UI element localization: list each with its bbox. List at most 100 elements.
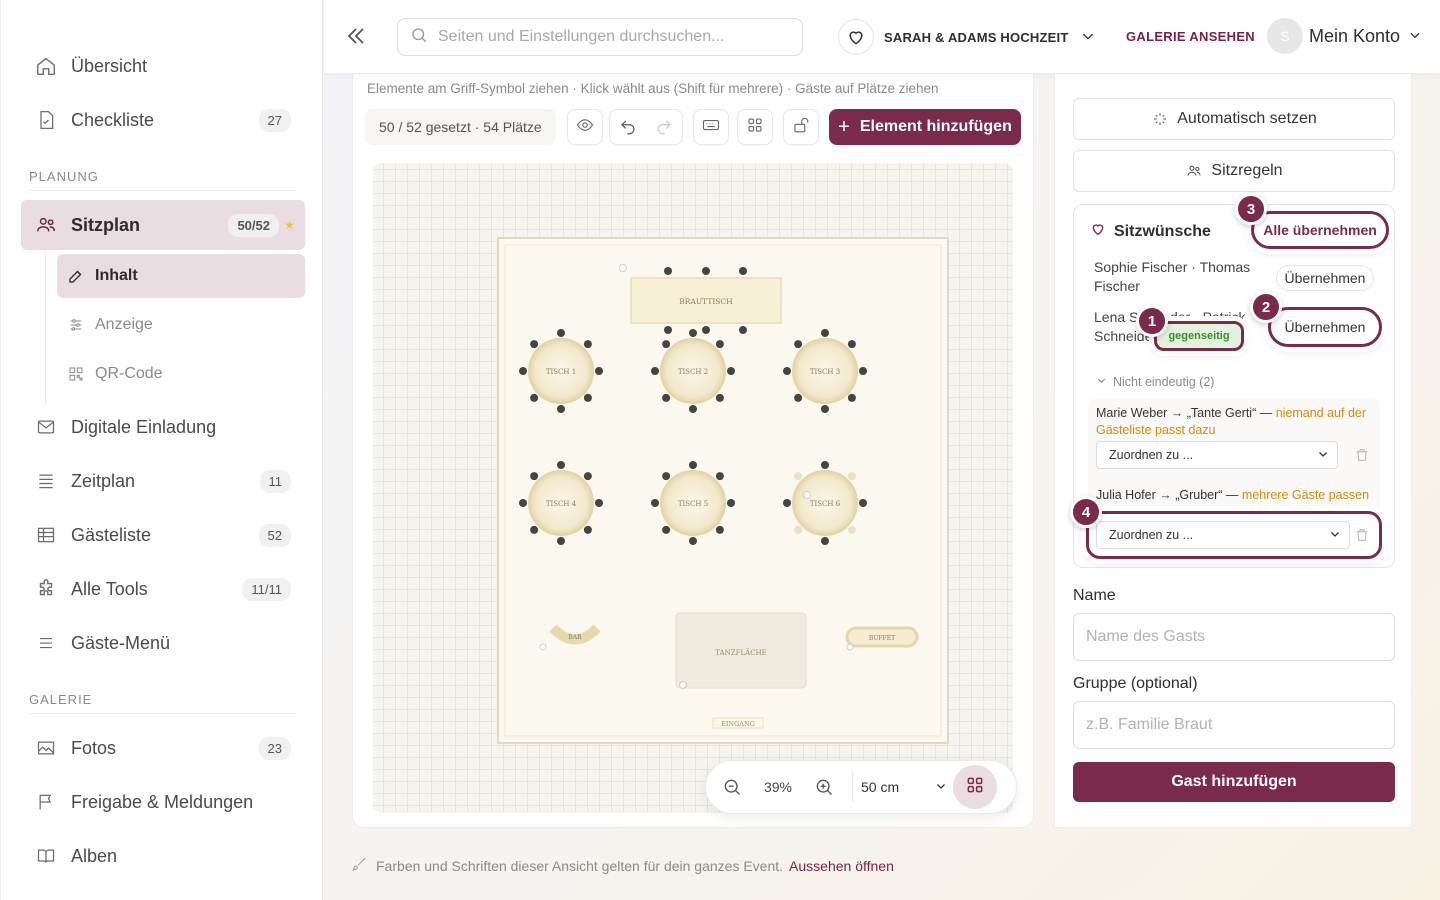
- drag-handle-icon[interactable]: [803, 491, 811, 499]
- seat[interactable]: [530, 525, 539, 534]
- seat[interactable]: [662, 472, 671, 481]
- seat[interactable]: [783, 499, 791, 507]
- seat[interactable]: [715, 525, 724, 534]
- seat[interactable]: [821, 537, 829, 545]
- assign-select-2[interactable]: Zuordnen zu ...: [1096, 521, 1350, 549]
- seat[interactable]: [859, 499, 867, 507]
- seat[interactable]: [727, 499, 735, 507]
- subnav-content[interactable]: Inhalt: [57, 254, 305, 298]
- seat[interactable]: [794, 393, 803, 402]
- lock-button[interactable]: [783, 109, 819, 145]
- nav-guest-menu[interactable]: Gäste-Menü: [21, 618, 305, 668]
- seat[interactable]: [689, 537, 697, 545]
- nav-all-tools[interactable]: Alle Tools 11/11: [21, 564, 305, 614]
- seat[interactable]: [662, 525, 671, 534]
- buffet[interactable]: BUFFET: [845, 626, 919, 651]
- layout-grid-button[interactable]: [737, 109, 773, 145]
- seat[interactable]: [662, 393, 671, 402]
- accept-wish-2-button[interactable]: Übernehmen: [1268, 307, 1382, 347]
- seat[interactable]: [595, 367, 603, 375]
- nav-guest-list[interactable]: Gästeliste 52: [21, 510, 305, 560]
- seat[interactable]: [557, 329, 565, 337]
- dancefloor[interactable]: TANZFLÄCHE: [675, 612, 807, 689]
- nav-albums[interactable]: Alben: [21, 831, 305, 881]
- seat[interactable]: [847, 340, 856, 349]
- search-bar[interactable]: [397, 18, 803, 56]
- floorplan-grid[interactable]: BRAUTTISCH TISCH 1 TISCH 2 TISCH 3 TISCH 4 T…: [373, 163, 1013, 813]
- seat[interactable]: [821, 461, 829, 469]
- floorplan-svg[interactable]: BRAUTTISCH TISCH 1 TISCH 2 TISCH 3 TISCH 4 T…: [403, 173, 983, 793]
- nav-checklist[interactable]: Checkliste 27: [21, 95, 305, 145]
- nav-sharing-reports[interactable]: Freigabe & Meldungen: [21, 777, 305, 827]
- zoom-out-icon[interactable]: [712, 767, 752, 807]
- subnav-qr-code[interactable]: QR-Code: [57, 352, 305, 396]
- seat[interactable]: [651, 499, 659, 507]
- open-appearance-link[interactable]: Aussehen öffnen: [789, 858, 894, 874]
- unclear-toggle[interactable]: Nicht eindeutig (2): [1096, 375, 1214, 389]
- seat[interactable]: [794, 525, 803, 534]
- seat[interactable]: [651, 367, 659, 375]
- auto-assign-button[interactable]: Automatisch setzen: [1073, 98, 1395, 140]
- preview-button[interactable]: [567, 109, 603, 145]
- keyboard-shortcuts-button[interactable]: [693, 109, 729, 145]
- accept-wish-1-button[interactable]: Übernehmen: [1276, 265, 1374, 291]
- undo-icon[interactable]: [610, 118, 646, 136]
- grid-toggle-button[interactable]: [953, 765, 997, 809]
- seat[interactable]: [583, 340, 592, 349]
- nav-photos[interactable]: Fotos 23: [21, 723, 305, 773]
- account-menu[interactable]: S Mein Konto: [1267, 18, 1422, 54]
- seat[interactable]: [715, 393, 724, 402]
- seat[interactable]: [530, 472, 539, 481]
- seat[interactable]: [821, 329, 829, 337]
- seat[interactable]: [519, 499, 527, 507]
- seat[interactable]: [794, 472, 803, 481]
- seat[interactable]: [689, 461, 697, 469]
- nav-digital-invitation[interactable]: Digitale Einladung: [21, 402, 305, 452]
- round-table[interactable]: TISCH 6: [783, 461, 867, 545]
- zoom-in-icon[interactable]: [804, 767, 844, 807]
- round-table[interactable]: TISCH 2: [651, 329, 735, 413]
- seating-rules-button[interactable]: Sitzregeln: [1073, 150, 1395, 192]
- seat[interactable]: [557, 405, 565, 413]
- nav-overview[interactable]: Übersicht: [21, 41, 305, 91]
- subnav-display[interactable]: Anzeige: [57, 303, 305, 347]
- redo-icon[interactable]: [646, 118, 682, 136]
- seat[interactable]: [821, 405, 829, 413]
- view-gallery-link[interactable]: GALERIE ANSEHEN: [1126, 29, 1255, 44]
- seat[interactable]: [530, 340, 539, 349]
- seat[interactable]: [847, 472, 856, 481]
- entrance[interactable]: EINGANG: [712, 717, 764, 729]
- add-element-button[interactable]: + Element hinzufügen: [829, 109, 1021, 145]
- seat[interactable]: [583, 393, 592, 402]
- seat[interactable]: [727, 367, 735, 375]
- trash-icon[interactable]: [1354, 527, 1370, 543]
- seat[interactable]: [859, 367, 867, 375]
- accept-all-button[interactable]: Alle übernehmen: [1251, 211, 1389, 249]
- round-table[interactable]: TISCH 4: [519, 461, 603, 545]
- seat[interactable]: [715, 340, 724, 349]
- collapse-sidebar-icon[interactable]: [344, 24, 370, 50]
- seat[interactable]: [662, 340, 671, 349]
- nav-seating-plan[interactable]: Sitzplan 50/52 ★: [21, 200, 305, 250]
- event-selector[interactable]: SARAH & ADAMS HOCHZEIT: [838, 19, 1096, 55]
- seat[interactable]: [557, 461, 565, 469]
- seat[interactable]: [783, 367, 791, 375]
- round-table[interactable]: TISCH 5: [651, 461, 735, 545]
- seat[interactable]: [583, 472, 592, 481]
- search-input[interactable]: [438, 28, 778, 46]
- assign-select-1[interactable]: Zuordnen zu ...: [1096, 441, 1338, 469]
- add-guest-button[interactable]: Gast hinzufügen: [1073, 762, 1395, 802]
- seat[interactable]: [595, 499, 603, 507]
- trash-icon[interactable]: [1354, 447, 1370, 463]
- nav-schedule[interactable]: Zeitplan 11: [21, 456, 305, 506]
- drag-handle-icon[interactable]: [619, 264, 627, 272]
- seat[interactable]: [557, 537, 565, 545]
- seat[interactable]: [794, 340, 803, 349]
- seat[interactable]: [689, 329, 697, 337]
- round-table[interactable]: TISCH 3: [783, 329, 867, 413]
- seat[interactable]: [847, 525, 856, 534]
- seat[interactable]: [715, 472, 724, 481]
- guest-name-input[interactable]: [1073, 613, 1395, 661]
- seat[interactable]: [847, 393, 856, 402]
- guest-group-input[interactable]: [1073, 701, 1395, 749]
